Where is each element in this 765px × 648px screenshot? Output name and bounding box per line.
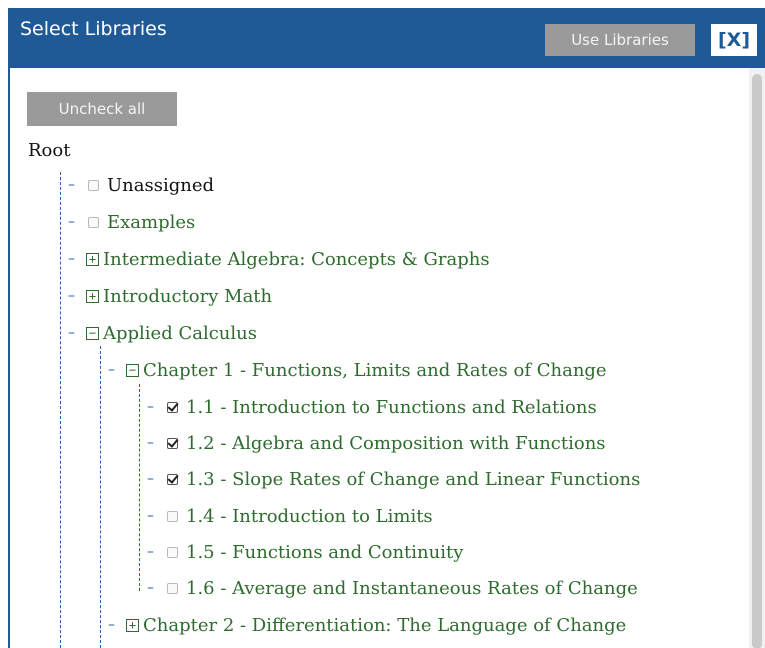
dialog-title: Select Libraries	[20, 18, 167, 40]
checkbox[interactable]	[167, 546, 178, 558]
tree-item-label: Examples	[107, 211, 196, 233]
tree-item-label: 1.3 - Slope Rates of Change and Linear F…	[186, 468, 641, 490]
tree-item-label: 1.1 - Introduction to Functions and Rela…	[186, 396, 597, 418]
tree-item-unassigned: – Unassigned	[68, 172, 214, 198]
tree-item-label[interactable]: Introductory Math	[103, 286, 272, 307]
dialog-header: Select Libraries Use Libraries [X]	[10, 8, 765, 68]
select-libraries-dialog: Select Libraries Use Libraries [X] Unche…	[8, 8, 765, 648]
scrollbar-thumb[interactable]	[752, 74, 762, 648]
tree-dash: –	[68, 288, 75, 304]
tree-item-label[interactable]: Chapter 1 - Functions, Limits and Rates …	[143, 360, 607, 381]
tree-dash: –	[68, 251, 75, 267]
checkbox[interactable]	[88, 179, 99, 191]
checkbox[interactable]	[167, 510, 178, 522]
expand-icon[interactable]: +	[126, 618, 139, 632]
tree-dash: –	[147, 580, 154, 596]
tree-item-label[interactable]: Applied Calculus	[103, 323, 257, 344]
tree-line-level-2	[100, 346, 101, 648]
tree-dash: –	[147, 508, 154, 524]
tree-line-level-1	[60, 172, 61, 648]
tree-dash: –	[108, 617, 115, 633]
tree-item-label: 1.2 - Algebra and Composition with Funct…	[186, 432, 606, 454]
tree-dash: –	[68, 177, 75, 193]
tree-item-1-3: – 1.3 - Slope Rates of Change and Linear…	[147, 466, 640, 492]
expand-icon[interactable]: +	[86, 252, 99, 266]
tree-dash: –	[68, 325, 75, 341]
tree-item-examples: – Examples	[68, 209, 195, 235]
tree-line-level-3	[139, 384, 140, 591]
close-button[interactable]: [X]	[711, 24, 757, 56]
tree-item-label: 1.4 - Introduction to Limits	[186, 505, 433, 527]
tree-root: Root	[28, 140, 71, 161]
tree-item-label[interactable]: Chapter 2 - Differentiation: The Languag…	[143, 615, 626, 636]
tree-item-label[interactable]: Intermediate Algebra: Concepts & Graphs	[103, 249, 490, 270]
tree-item-1-4: – 1.4 - Introduction to Limits	[147, 503, 433, 529]
tree-item-label: 1.6 - Average and Instantaneous Rates of…	[186, 577, 638, 599]
vertical-scrollbar[interactable]	[749, 68, 765, 648]
tree-dash: –	[108, 362, 115, 378]
tree-item-1-1: – 1.1 - Introduction to Functions and Re…	[147, 394, 597, 420]
tree-dash: –	[147, 435, 154, 451]
tree-item-chapter-2: – + Chapter 2 - Differentiation: The Lan…	[108, 612, 626, 638]
checkbox-checked[interactable]	[167, 401, 178, 413]
use-libraries-button[interactable]: Use Libraries	[545, 24, 695, 56]
checkbox-checked[interactable]	[167, 473, 178, 485]
tree-item-1-2: – 1.2 - Algebra and Composition with Fun…	[147, 430, 606, 456]
tree-item-1-5: – 1.5 - Functions and Continuity	[147, 539, 463, 565]
checkbox[interactable]	[167, 582, 178, 594]
tree-dash: –	[147, 544, 154, 560]
tree-item-introductory-math: – + Introductory Math	[68, 283, 272, 309]
expand-icon[interactable]: +	[86, 289, 99, 303]
tree-item-applied-calculus: – − Applied Calculus	[68, 320, 257, 346]
tree-dash: –	[147, 399, 154, 415]
checkbox[interactable]	[88, 216, 99, 228]
tree-item-label: 1.5 - Functions and Continuity	[186, 541, 464, 563]
collapse-icon[interactable]: −	[86, 326, 99, 340]
tree-item-label: Unassigned	[107, 174, 215, 196]
collapse-icon[interactable]: −	[126, 363, 139, 377]
tree-dash: –	[68, 214, 75, 230]
tree-item-intermediate-algebra: – + Intermediate Algebra: Concepts & Gra…	[68, 246, 490, 272]
uncheck-all-button[interactable]: Uncheck all	[27, 92, 177, 126]
tree-dash: –	[147, 471, 154, 487]
tree-item-1-6: – 1.6 - Average and Instantaneous Rates …	[147, 575, 638, 601]
tree-item-chapter-1: – − Chapter 1 - Functions, Limits and Ra…	[108, 357, 607, 383]
checkbox-checked[interactable]	[167, 437, 178, 449]
